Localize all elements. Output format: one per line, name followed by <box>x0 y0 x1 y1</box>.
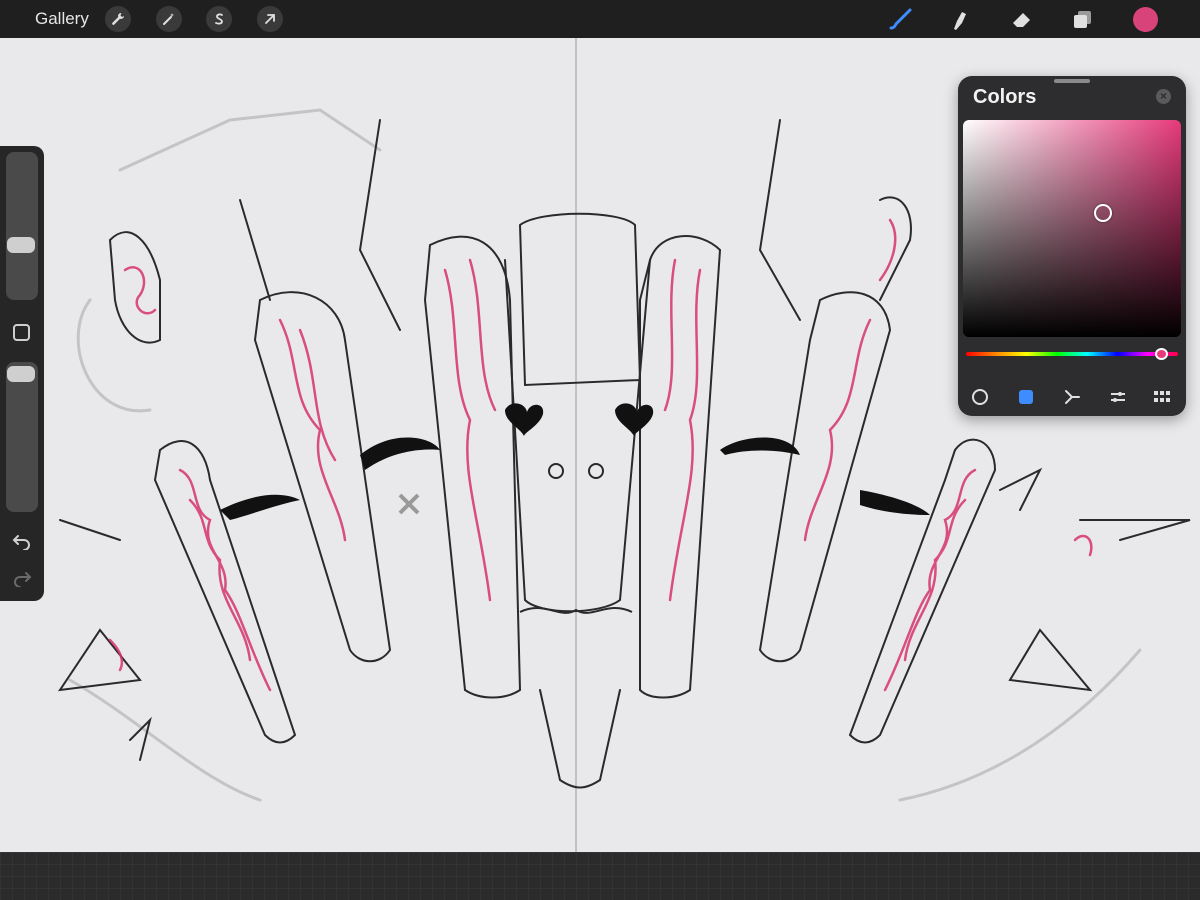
hue-slider[interactable] <box>966 352 1178 356</box>
brush-icon[interactable] <box>887 6 915 32</box>
modify-button[interactable] <box>13 324 30 341</box>
magic-wand-icon[interactable] <box>156 6 182 32</box>
brush-size-slider[interactable] <box>6 152 38 300</box>
layers-icon[interactable] <box>1069 6 1097 32</box>
color-picker-ring[interactable] <box>1094 204 1112 222</box>
transform-arrow-icon[interactable] <box>257 6 283 32</box>
value-mode-icon[interactable] <box>1107 386 1129 408</box>
colors-panel: Colors × <box>958 76 1186 416</box>
wrench-icon[interactable] <box>105 6 131 32</box>
bottom-bar <box>0 852 1200 900</box>
disc-mode-icon[interactable] <box>969 386 991 408</box>
selection-s-icon[interactable] <box>206 6 232 32</box>
current-color-swatch[interactable] <box>1133 7 1158 32</box>
gallery-button[interactable]: Gallery <box>35 9 89 29</box>
palettes-mode-icon[interactable] <box>1151 386 1173 408</box>
panel-title: Colors <box>973 86 1037 108</box>
saturation-brightness-picker[interactable] <box>963 120 1181 337</box>
undo-icon[interactable] <box>11 532 33 552</box>
redo-icon[interactable] <box>11 569 33 589</box>
panel-grabber[interactable] <box>1054 79 1090 83</box>
opacity-slider[interactable] <box>6 362 38 512</box>
smudge-icon[interactable] <box>946 6 974 32</box>
top-toolbar: Gallery <box>0 0 1200 38</box>
hue-slider-thumb[interactable] <box>1155 348 1168 360</box>
left-sidebar <box>0 146 44 601</box>
brush-size-thumb[interactable] <box>7 237 35 253</box>
close-icon[interactable]: × <box>1156 89 1171 104</box>
eraser-icon[interactable] <box>1008 6 1036 32</box>
opacity-thumb[interactable] <box>7 366 35 382</box>
classic-mode-icon[interactable] <box>1015 386 1037 408</box>
harmony-mode-icon[interactable] <box>1061 386 1083 408</box>
